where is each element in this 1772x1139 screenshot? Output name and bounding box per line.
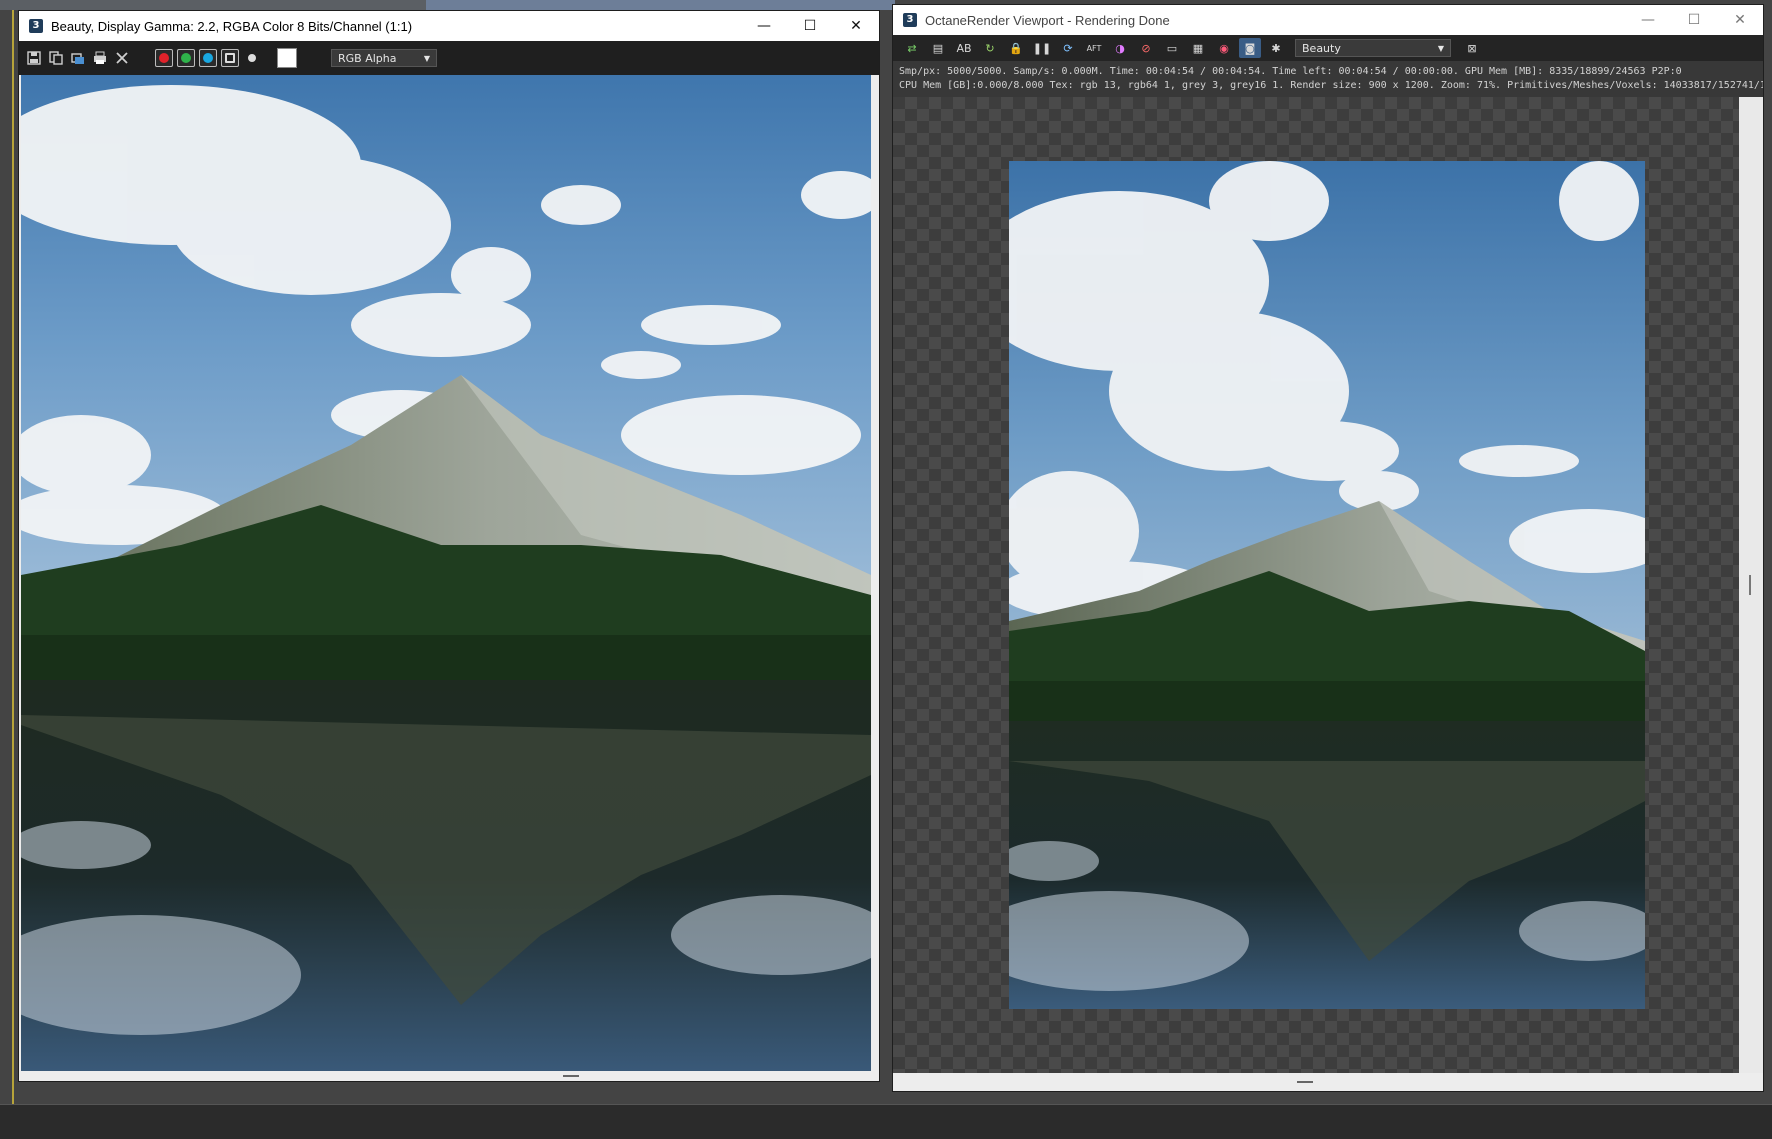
alpha-channel-toggle[interactable] (221, 49, 239, 67)
octane-toolbar: ⇄ ▤ AB ↻ 🔒 ❚❚ ⟳ AFT ◑ ⊘ ▭ ▦ ◉ ◙ ✱ Beauty… (893, 35, 1763, 61)
frame-buffer-window[interactable]: 3 Beauty, Display Gamma: 2.2, RGBA Color… (18, 10, 880, 1082)
green-dot-icon (181, 53, 191, 63)
app-3dsmax-icon: 3 (29, 19, 43, 33)
octane-resize-grip[interactable] (893, 1073, 1763, 1091)
film-icon[interactable]: ▦ (1187, 38, 1209, 58)
stats-line-2: CPU Mem [GB]:0.000/8.000 Tex: rgb 13, rg… (899, 80, 1763, 91)
blue-dot-icon (203, 53, 213, 63)
refresh-icon[interactable]: ⟳ (1057, 38, 1079, 58)
green-channel-toggle[interactable] (177, 49, 195, 67)
viewport-border (12, 10, 14, 1104)
pause-icon[interactable]: ❚❚ (1031, 38, 1053, 58)
restart-render-icon[interactable]: ↻ (979, 38, 1001, 58)
render-pass-value: Beauty (1302, 41, 1341, 55)
lock-icon[interactable]: 🔒 (1005, 38, 1027, 58)
region-icon[interactable]: ▭ (1161, 38, 1183, 58)
desktop-bottom-strip (0, 1104, 1772, 1139)
frame-buffer-titlebar[interactable]: 3 Beauty, Display Gamma: 2.2, RGBA Color… (19, 11, 879, 41)
frame-buffer-toolbar: RGB Alpha ▼ (19, 41, 879, 75)
dropdown-arrow-icon: ▼ (423, 53, 430, 63)
frame-buffer-resize-grip[interactable] (19, 1071, 879, 1081)
close-button[interactable]: ✕ (833, 11, 879, 41)
channel-display-dropdown[interactable]: RGB Alpha ▼ (331, 49, 437, 67)
clear-icon[interactable] (112, 48, 132, 68)
octane-viewport-window[interactable]: 3 OctaneRender Viewport - Rendering Done… (892, 4, 1764, 1092)
red-channel-toggle[interactable] (155, 49, 173, 67)
collapse-icon[interactable]: ⊠ (1461, 38, 1483, 58)
minimize-button[interactable]: — (1625, 5, 1671, 35)
background-color-swatch[interactable] (277, 48, 297, 68)
settings-icon[interactable]: ✱ (1265, 38, 1287, 58)
render-statistics: Smp/px: 5000/5000. Samp/s: 0.000M. Time:… (893, 61, 1763, 97)
clipboard-icon[interactable]: ▤ (927, 38, 949, 58)
save-icon[interactable] (24, 48, 44, 68)
blue-channel-toggle[interactable] (199, 49, 217, 67)
copy-icon[interactable] (46, 48, 66, 68)
desktop-top-strip-blue (426, 0, 895, 10)
octane-viewport-canvas[interactable] (893, 97, 1739, 1075)
color-picker-icon[interactable]: ◑ (1109, 38, 1131, 58)
maximize-button[interactable]: ☐ (1671, 5, 1717, 35)
no-render-icon[interactable]: ⊘ (1135, 38, 1157, 58)
octane-titlebar[interactable]: 3 OctaneRender Viewport - Rendering Done… (893, 5, 1763, 35)
app-3dsmax-icon: 3 (903, 13, 917, 27)
camera-icon[interactable]: ◙ (1239, 38, 1261, 58)
stats-line-1: Smp/px: 5000/5000. Samp/s: 0.000M. Time:… (899, 66, 1682, 77)
material-icon[interactable]: ◉ (1213, 38, 1235, 58)
aft-icon[interactable]: AFT (1083, 38, 1105, 58)
frame-buffer-title: Beauty, Display Gamma: 2.2, RGBA Color 8… (51, 18, 413, 34)
frame-buffer-image (21, 75, 871, 1073)
monochrome-icon[interactable] (242, 48, 262, 68)
octane-window-controls: — ☐ ✕ (1625, 5, 1763, 35)
red-dot-icon (159, 53, 169, 63)
minimize-button[interactable]: — (741, 11, 787, 41)
frame-buffer-window-controls: — ☐ ✕ (741, 11, 879, 41)
ab-compare-icon[interactable]: AB (953, 38, 975, 58)
print-icon[interactable] (90, 48, 110, 68)
splitter-grip-icon[interactable] (1749, 575, 1751, 595)
viewport-side-panel[interactable] (1739, 97, 1763, 1075)
dropdown-arrow-icon: ▼ (1437, 43, 1444, 53)
maximize-button[interactable]: ☐ (787, 11, 833, 41)
octane-title: OctaneRender Viewport - Rendering Done (925, 12, 1170, 28)
close-button[interactable]: ✕ (1717, 5, 1763, 35)
render-pass-dropdown[interactable]: Beauty ▼ (1295, 39, 1451, 57)
channel-display-value: RGB Alpha (338, 51, 397, 65)
alpha-icon (225, 53, 235, 63)
send-scene-icon[interactable]: ⇄ (901, 38, 923, 58)
octane-render-image (1009, 161, 1645, 1009)
clone-icon[interactable] (68, 48, 88, 68)
